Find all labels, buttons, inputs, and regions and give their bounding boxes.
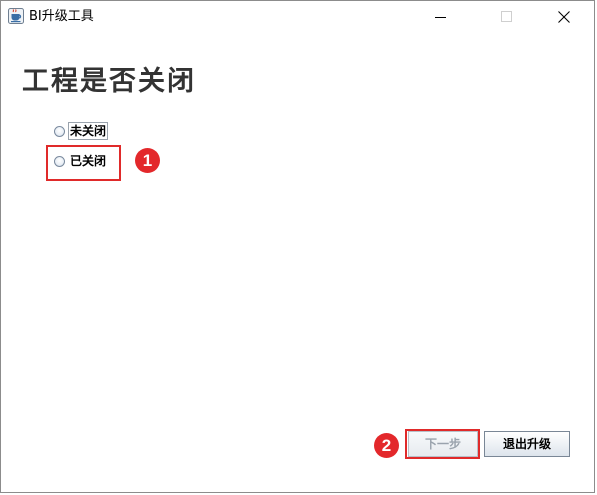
app-window: BI升级工具 工程是否关闭 未关闭 已关闭 1 2 下一步 退出升级 [0,0,595,493]
minimize-button[interactable] [418,1,464,32]
java-coffee-cup-icon [8,8,24,24]
page-title: 工程是否关闭 [22,66,196,97]
minimize-icon [435,17,446,18]
window-title: BI升级工具 [29,9,94,24]
close-button[interactable] [541,1,587,32]
maximize-icon [501,11,512,22]
step-badge: 1 [135,148,160,173]
step-badge: 2 [374,433,399,458]
maximize-button[interactable] [484,1,530,32]
radio-label[interactable]: 未关闭 [67,122,109,140]
exit-upgrade-button[interactable]: 退出升级 [484,431,570,457]
title-bar[interactable]: BI升级工具 [1,1,594,32]
radio-option-not-closed[interactable]: 未关闭 [54,122,109,140]
annotation-highlight-box [46,145,121,181]
radio-button[interactable] [54,125,65,137]
next-step-button[interactable]: 下一步 [408,431,478,457]
close-icon [558,11,570,23]
